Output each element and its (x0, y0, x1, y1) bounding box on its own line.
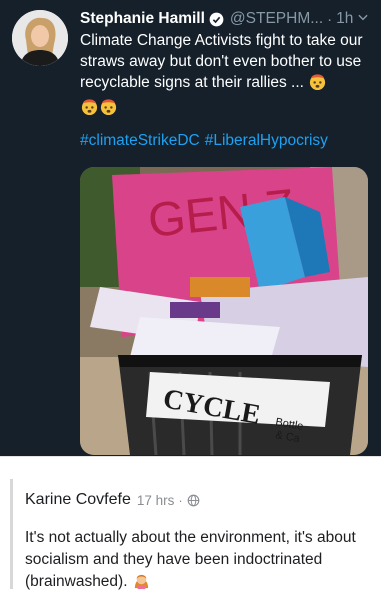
comment-text: It's not actually about the environment,… (25, 527, 370, 597)
tweet-screenshot: Stephanie Hamill @STEPHM... · 1h Climate… (0, 0, 381, 456)
globe-icon (187, 494, 200, 507)
exploding-head-emoji-icon (80, 97, 99, 122)
author-name[interactable]: Stephanie Hamill (80, 10, 205, 28)
comment-timestamp[interactable]: 17 hrs (137, 493, 175, 508)
recycling-bin-photo: GEN Z CYCLE Bottle & Ca (80, 167, 368, 455)
author-handle[interactable]: @STEPHM... (230, 10, 323, 28)
tweet-media-photo[interactable]: GEN Z CYCLE Bottle & Ca (80, 167, 368, 455)
avatar-photo (12, 10, 68, 66)
comment-quote-bar (10, 479, 13, 589)
tweet-header: Stephanie Hamill @STEPHM... · 1h (80, 8, 370, 30)
verified-badge-icon (209, 12, 224, 27)
tweet-timestamp[interactable]: 1h (336, 10, 353, 28)
comment-body: It's not actually about the environment,… (25, 529, 356, 590)
header-separator: · (327, 10, 333, 28)
hashtag-row: #climateStrikeDC #LiberalHypocrisy (80, 132, 328, 150)
hashtag-link[interactable]: #climateStrikeDC (80, 132, 200, 149)
comment-card: Karine Covfefe 17 hrs · It's not actuall… (0, 456, 381, 601)
comment-header: Karine Covfefe 17 hrs · (25, 491, 200, 509)
hashtag-link[interactable]: #LiberalHypocrisy (205, 132, 328, 149)
chevron-down-icon[interactable] (356, 10, 370, 29)
tweet-text: Climate Change Activists fight to take o… (80, 30, 372, 122)
commenter-name[interactable]: Karine Covfefe (25, 491, 131, 509)
woman-tipping-hand-emoji-icon (132, 571, 151, 597)
exploding-head-emoji-icon (308, 72, 327, 97)
exploding-head-emoji-icon (99, 97, 118, 122)
comment-separator: · (178, 492, 183, 508)
author-avatar[interactable] (12, 10, 68, 66)
